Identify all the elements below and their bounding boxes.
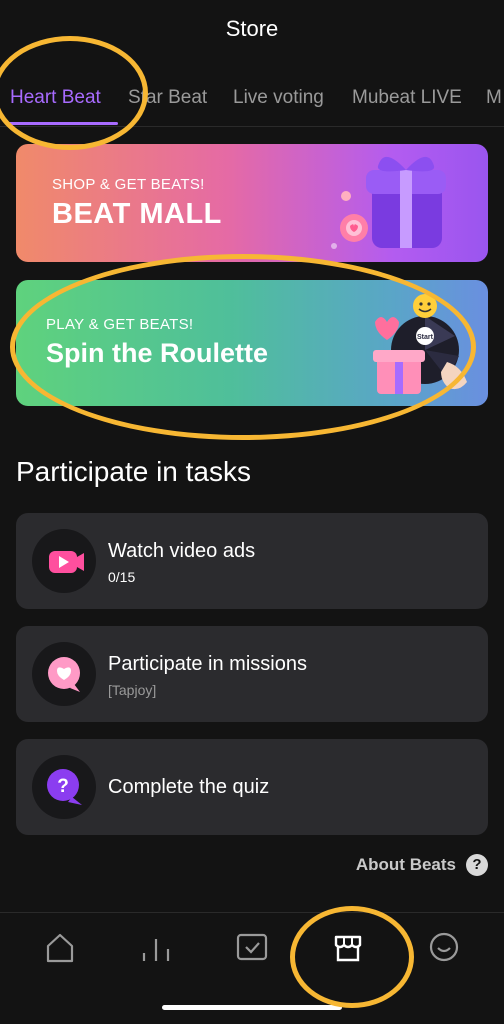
tab-star-beat[interactable]: Star Beat xyxy=(128,84,207,128)
smiley-icon xyxy=(429,932,459,962)
page-title: Store xyxy=(225,16,279,41)
tasks-section-title: Participate in tasks xyxy=(16,456,251,487)
roulette-wheel-icon: Start xyxy=(373,294,467,394)
nav-profile[interactable] xyxy=(424,929,464,965)
task-icon-container: ? xyxy=(32,755,96,819)
home-icon xyxy=(46,933,74,963)
store-icon xyxy=(334,935,362,962)
tab-mubeat-live[interactable]: Mubeat LIVE xyxy=(352,84,462,128)
task-title: Complete the quiz xyxy=(108,776,270,798)
tab-live-voting[interactable]: Live voting xyxy=(233,84,324,128)
task-provider: [Tapjoy] xyxy=(108,682,157,698)
svg-text:?: ? xyxy=(57,776,69,797)
nav-chart[interactable] xyxy=(136,929,176,965)
about-beats-link[interactable]: About Beats ? xyxy=(356,852,488,878)
chart-icon xyxy=(142,939,170,961)
task-progress: 0/15 xyxy=(108,569,136,585)
roulette-start-label: Start xyxy=(417,334,434,341)
gift-box-icon xyxy=(331,156,446,249)
beat-mall-kicker: SHOP & GET BEATS! xyxy=(52,176,205,193)
checkbox-icon xyxy=(236,933,268,961)
nav-vote[interactable] xyxy=(232,929,272,965)
task-complete-quiz[interactable]: ? Complete the quiz xyxy=(16,739,488,835)
question-bubble-icon: ? xyxy=(47,769,82,805)
beat-mall-title: BEAT MALL xyxy=(52,198,222,230)
beat-mall-banner[interactable]: SHOP & GET BEATS! BEAT MALL xyxy=(16,144,488,262)
task-watch-video-ads[interactable]: Watch video ads 0/15 xyxy=(16,513,488,609)
nav-store[interactable] xyxy=(328,929,368,965)
roulette-title: Spin the Roulette xyxy=(46,338,268,368)
help-icon[interactable]: ? xyxy=(466,854,488,876)
roulette-kicker: PLAY & GET BEATS! xyxy=(46,316,194,333)
nav-home[interactable] xyxy=(40,929,80,965)
roulette-banner[interactable]: PLAY & GET BEATS! Spin the Roulette Star… xyxy=(16,280,488,406)
heart-bubble-icon xyxy=(48,657,80,692)
task-title: Watch video ads xyxy=(108,540,256,562)
home-indicator xyxy=(162,1005,342,1010)
tab-more[interactable]: M xyxy=(486,84,502,128)
tabs-divider xyxy=(0,126,504,127)
task-icon-container xyxy=(32,529,96,593)
task-participate-missions[interactable]: Participate in missions [Tapjoy] xyxy=(16,626,488,722)
video-play-icon xyxy=(49,551,84,573)
about-beats-label: About Beats xyxy=(355,855,456,874)
task-icon-container xyxy=(32,642,96,706)
active-tab-indicator xyxy=(8,122,118,125)
task-title: Participate in missions xyxy=(108,653,307,675)
